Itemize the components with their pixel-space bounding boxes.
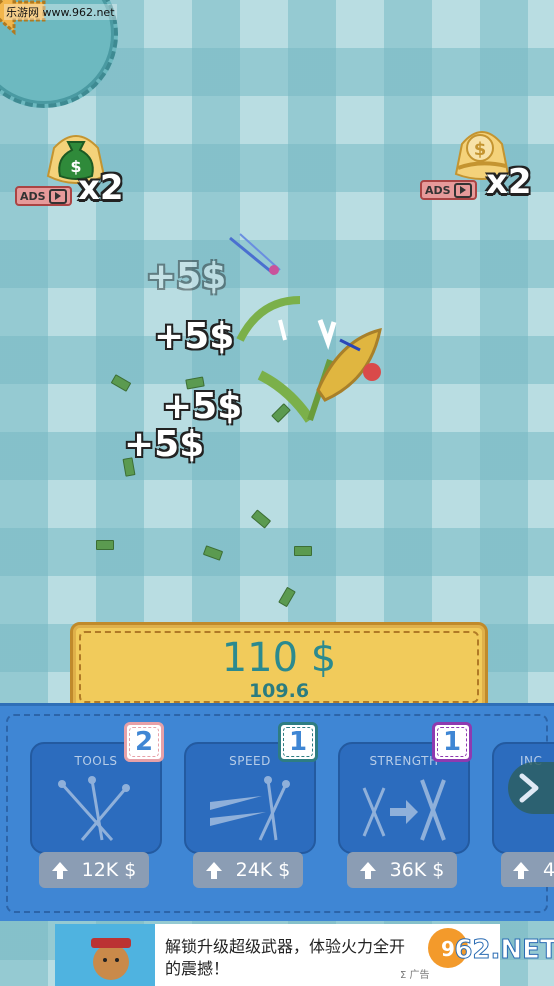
flying-needles-icon xyxy=(229,233,281,276)
ad-image xyxy=(55,924,155,986)
upgrade-buy-button[interactable]: 4 xyxy=(501,852,554,887)
upgrade-buy-button[interactable]: 36K $ xyxy=(347,852,457,888)
money-total: 110 $ xyxy=(221,635,337,681)
962-logo-icon: 9 62.NET xyxy=(428,928,554,968)
upgrade-price: 4 xyxy=(543,859,554,881)
gain-label: +5$ xyxy=(162,386,243,427)
upgrade-level: 1 xyxy=(432,722,472,762)
money-panel: 110 $ 109.6 xyxy=(70,622,488,712)
boost-multiplier: x2 xyxy=(78,168,124,208)
gain-label: +5$ xyxy=(124,424,205,465)
upgrade-buy-button[interactable]: 24K $ xyxy=(193,852,303,888)
upgrade-tools[interactable]: TOOLS 2 12K $ xyxy=(30,722,164,888)
chevron-right-icon xyxy=(519,773,539,803)
upgrade-shop: TOOLS 2 12K $ SPEED 1 24K $ STRENGTH 1 3… xyxy=(0,703,554,921)
upgrade-price: 36K $ xyxy=(389,859,445,881)
svg-text:$: $ xyxy=(474,139,487,160)
upgrade-price: 24K $ xyxy=(235,859,291,881)
money-bill xyxy=(202,545,224,561)
upgrade-level: 1 xyxy=(278,722,318,762)
svg-text:9: 9 xyxy=(441,937,455,961)
ads-badge: ADS xyxy=(420,180,477,200)
ads-label: ADS xyxy=(20,189,46,203)
play-icon xyxy=(48,188,67,204)
ads-label: ADS xyxy=(425,183,451,197)
upgrade-buy-button[interactable]: 12K $ xyxy=(39,852,149,888)
arrow-up-icon xyxy=(205,861,222,879)
arrow-up-icon xyxy=(359,861,376,879)
scroll-right-button[interactable] xyxy=(508,762,554,814)
upgrade-price: 12K $ xyxy=(81,859,137,881)
watermark: 乐游网 www.962.net xyxy=(4,4,117,20)
svg-text:62.NET: 62.NET xyxy=(454,935,554,965)
upgrade-level: 2 xyxy=(124,722,164,762)
plant-creature xyxy=(236,296,382,423)
money-bill xyxy=(278,586,296,608)
boost-multiplier: x2 xyxy=(486,162,532,202)
needles-icon xyxy=(58,776,130,841)
upgrade-speed[interactable]: SPEED 1 24K $ xyxy=(184,722,318,888)
money-bill xyxy=(96,540,114,550)
money-bill xyxy=(250,509,272,529)
arrow-up-icon xyxy=(51,861,68,879)
upgrade-strength[interactable]: STRENGTH 1 36K $ xyxy=(338,722,472,888)
ad-character-icon xyxy=(55,924,155,986)
gain-label: +5$ xyxy=(146,256,227,297)
money-rate: 109.6 xyxy=(248,680,310,702)
play-icon xyxy=(453,182,472,198)
money-bill xyxy=(110,374,132,392)
ad-text: 解锁升级超级武器，体验火力全开的震撼！ xyxy=(165,937,406,978)
speed-needles-icon xyxy=(210,776,290,841)
ads-badge: ADS xyxy=(15,186,72,206)
money-bill xyxy=(294,546,312,556)
arrow-up-icon xyxy=(513,861,529,879)
strength-icon xyxy=(362,779,446,841)
game-stage: 乐游网 www.962.net $ ADS x2 $ ADS x2 +5$ +5… xyxy=(0,0,554,986)
gain-label: +5$ xyxy=(154,316,235,357)
